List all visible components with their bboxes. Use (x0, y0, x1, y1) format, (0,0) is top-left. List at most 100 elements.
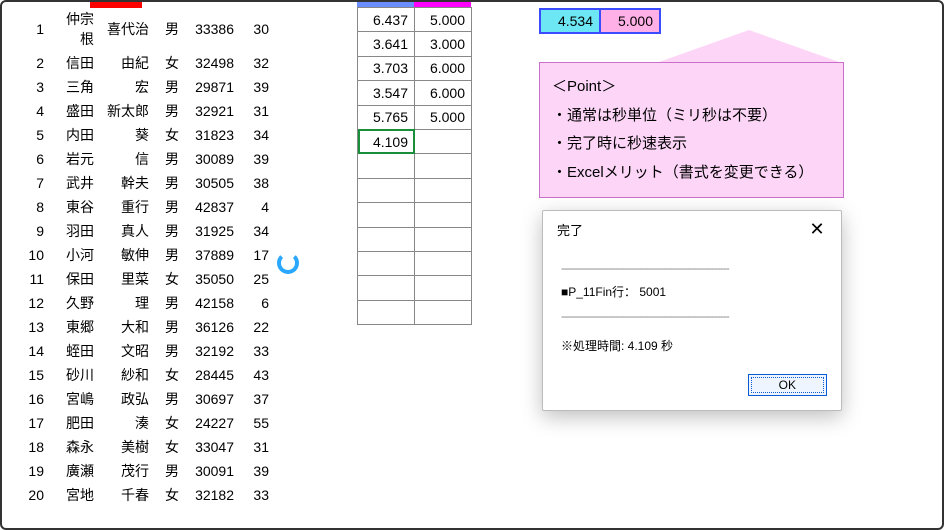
ok-button[interactable]: OK (748, 374, 827, 396)
timing-cell-b[interactable]: 5.000 (415, 8, 472, 32)
timing-cell-b[interactable]: 6.000 (415, 81, 472, 105)
gender-cell: 男 (155, 243, 185, 267)
table-row[interactable]: 5内田葵女3182334 (10, 123, 275, 147)
row-number: 18 (10, 435, 50, 459)
code-cell: 28445 (185, 363, 240, 387)
table-row[interactable]: 8東谷重行男428374 (10, 195, 275, 219)
age-cell: 55 (240, 411, 275, 435)
givenname-cell: 宏 (100, 75, 155, 99)
code-cell: 35050 (185, 267, 240, 291)
gender-cell: 女 (155, 123, 185, 147)
givenname-cell: 喜代治 (100, 7, 155, 51)
table-row[interactable]: 1仲宗根喜代治男3338630 (10, 7, 275, 51)
code-cell: 29871 (185, 75, 240, 99)
table-row[interactable]: 13東郷大和男3612622 (10, 315, 275, 339)
surname-cell: 武井 (50, 171, 100, 195)
table-row[interactable]: 12久野理男421586 (10, 291, 275, 315)
table-row[interactable]: 17肥田湊女2422755 (10, 411, 275, 435)
table-row[interactable]: 16宮嶋政弘男3069737 (10, 387, 275, 411)
timing-cell-a[interactable] (358, 203, 415, 227)
timing-cell-a[interactable] (358, 227, 415, 251)
age-cell: 30 (240, 7, 275, 51)
gender-cell: 女 (155, 411, 185, 435)
code-cell: 33386 (185, 7, 240, 51)
close-icon[interactable]: ✕ (805, 219, 829, 240)
surname-cell: 羽田 (50, 219, 100, 243)
givenname-cell: 由紀 (100, 51, 155, 75)
age-cell: 34 (240, 219, 275, 243)
row-number: 8 (10, 195, 50, 219)
table-row[interactable]: 9羽田真人男3192534 (10, 219, 275, 243)
row-number: 10 (10, 243, 50, 267)
gender-cell: 男 (155, 315, 185, 339)
gender-cell: 女 (155, 267, 185, 291)
timing-cell-a[interactable] (358, 276, 415, 300)
gender-cell: 男 (155, 147, 185, 171)
timing-cell-b[interactable] (415, 251, 472, 275)
row-number: 6 (10, 147, 50, 171)
timing-cell-b[interactable]: 5.000 (415, 105, 472, 129)
timing-cell-a[interactable]: 3.547 (358, 81, 415, 105)
table-row[interactable]: 11保田里菜女3505025 (10, 267, 275, 291)
table-row[interactable]: 14蛭田文昭男3219233 (10, 339, 275, 363)
timing-cell-a[interactable] (358, 154, 415, 178)
timing-cell-a[interactable]: 3.641 (358, 32, 415, 56)
code-cell: 37889 (185, 243, 240, 267)
timing-cell-b[interactable] (415, 203, 472, 227)
table-row[interactable]: 18森永美樹女3304731 (10, 435, 275, 459)
age-cell: 31 (240, 99, 275, 123)
givenname-cell: 大和 (100, 315, 155, 339)
table-row[interactable]: 6岩元信男3008939 (10, 147, 275, 171)
timing-cell-a[interactable] (358, 300, 415, 324)
row-number: 1 (10, 7, 50, 51)
summary-cell-b: 5.000 (600, 9, 660, 33)
timing-cell-b[interactable] (415, 154, 472, 178)
gender-cell: 女 (155, 51, 185, 75)
summary-cell-a: 4.534 (540, 9, 600, 33)
table-row[interactable]: 10小河敏伸男3788917 (10, 243, 275, 267)
row-number: 12 (10, 291, 50, 315)
timing-cell-a[interactable]: 3.703 (358, 56, 415, 80)
table-row[interactable]: 2信田由紀女3249832 (10, 51, 275, 75)
row-number: 5 (10, 123, 50, 147)
gender-cell: 女 (155, 363, 185, 387)
givenname-cell: 葵 (100, 123, 155, 147)
surname-cell: 久野 (50, 291, 100, 315)
table-row[interactable]: 7武井幹夫男3050538 (10, 171, 275, 195)
givenname-cell: 新太郎 (100, 99, 155, 123)
point-note: ＜Point＞ 通常は秒単位（ミリ秒は不要） 完了時に秒速表示 Excelメリッ… (539, 62, 844, 198)
timing-cell-b[interactable] (415, 227, 472, 251)
givenname-cell: 茂行 (100, 459, 155, 483)
gender-cell: 女 (155, 483, 185, 507)
timing-cell-b[interactable]: 6.000 (415, 56, 472, 80)
timing-cell-b[interactable] (415, 178, 472, 202)
timing-cell-b[interactable]: 3.000 (415, 32, 472, 56)
timing-cell-b[interactable] (415, 129, 472, 153)
age-cell: 39 (240, 459, 275, 483)
code-cell: 36126 (185, 315, 240, 339)
timing-cell-b[interactable] (415, 300, 472, 324)
age-cell: 4 (240, 195, 275, 219)
timing-cell-a[interactable] (358, 251, 415, 275)
timing-cell-a[interactable]: 4.109 (358, 129, 415, 153)
table-row[interactable]: 3三角宏男2987139 (10, 75, 275, 99)
givenname-cell: 千春 (100, 483, 155, 507)
table-row[interactable]: 19廣瀬茂行男3009139 (10, 459, 275, 483)
age-cell: 37 (240, 387, 275, 411)
timing-cell-a[interactable] (358, 178, 415, 202)
table-row[interactable]: 15砂川紗和女2844543 (10, 363, 275, 387)
table-row[interactable]: 20宮地千春女3218233 (10, 483, 275, 507)
age-cell: 32 (240, 51, 275, 75)
timing-cell-b[interactable] (415, 276, 472, 300)
code-cell: 32498 (185, 51, 240, 75)
row-number: 15 (10, 363, 50, 387)
timing-cell-a[interactable]: 5.765 (358, 105, 415, 129)
note-line: Excelメリット（書式を変更できる） (552, 159, 831, 188)
age-cell: 6 (240, 291, 275, 315)
age-cell: 39 (240, 147, 275, 171)
surname-cell: 小河 (50, 243, 100, 267)
timing-cell-a[interactable]: 6.437 (358, 8, 415, 32)
table-row[interactable]: 4盛田新太郎男3292131 (10, 99, 275, 123)
gender-cell: 男 (155, 7, 185, 51)
timing-grid[interactable]: 6.4375.0003.6413.0003.7036.0003.5476.000… (357, 7, 472, 325)
